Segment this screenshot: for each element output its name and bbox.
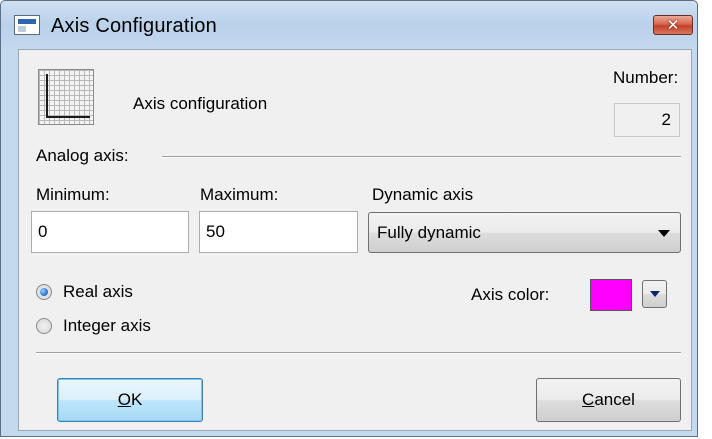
integer-axis-label[interactable]: Integer axis [63, 316, 151, 336]
minimum-input[interactable]: 0 [31, 211, 189, 253]
minimum-label: Minimum: [36, 185, 110, 204]
title-bar[interactable]: Axis Configuration ✕ [1, 1, 697, 49]
close-button[interactable]: ✕ [653, 15, 693, 35]
analog-axis-label: Analog axis: [36, 146, 129, 165]
dynamic-axis-select[interactable]: Fully dynamic [368, 212, 681, 253]
axis-x-line [46, 116, 90, 118]
axis-grid-icon [38, 69, 94, 125]
axis-color-swatch[interactable] [590, 279, 632, 311]
axis-caption: Axis configuration [133, 94, 268, 113]
analog-axis-separator [162, 156, 681, 158]
axis-color-dropdown-button[interactable] [642, 280, 667, 308]
number-label: Number: [613, 68, 679, 87]
axis-y-line [46, 74, 48, 118]
cancel-button[interactable]: Cancel [536, 378, 681, 422]
window-title: Axis Configuration [51, 15, 217, 37]
bottom-separator [36, 352, 681, 354]
maximum-input[interactable]: 50 [199, 211, 358, 253]
chevron-down-icon [658, 230, 670, 237]
axis-color-label: Axis color: [471, 285, 550, 304]
dialog-window-icon [14, 15, 40, 35]
number-field: 2 [614, 103, 680, 137]
cancel-accelerator: C [582, 390, 595, 409]
ok-label-rest: K [130, 390, 143, 409]
real-axis-radio[interactable] [36, 284, 52, 300]
ok-accelerator: O [117, 390, 131, 409]
integer-axis-radio[interactable] [36, 318, 52, 334]
real-axis-label[interactable]: Real axis [63, 282, 133, 302]
close-icon: ✕ [666, 16, 680, 34]
cancel-label-rest: ancel [594, 390, 635, 409]
ok-button[interactable]: OK [57, 378, 203, 422]
dynamic-axis-value: Fully dynamic [377, 223, 481, 242]
dynamic-axis-label: Dynamic axis [372, 185, 474, 204]
maximum-label: Maximum: [200, 185, 279, 204]
